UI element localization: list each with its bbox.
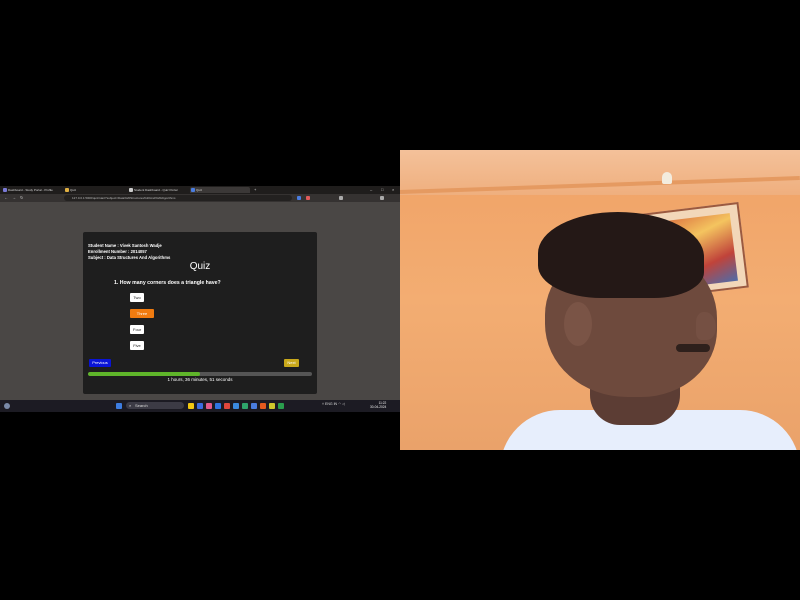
start-windows-icon[interactable]: [116, 403, 122, 409]
search-icon: ⌕: [129, 403, 132, 408]
address-bar[interactable]: 127.0.0.1:5000/quiz/start?subject=Data%2…: [64, 195, 292, 201]
tab-favicon-icon: [3, 188, 7, 192]
chevron-up-icon[interactable]: ˄: [322, 402, 324, 406]
tab-label: Student Dashboard - Quiz Portal: [134, 188, 178, 192]
taskbar-app-icon[interactable]: [269, 403, 275, 409]
tab-1[interactable]: Dashboard - Study Portal - Profile: [2, 187, 62, 193]
wifi-icon[interactable]: ◠: [338, 402, 341, 406]
new-tab-button[interactable]: +: [254, 187, 256, 193]
maximize-button[interactable]: □: [381, 187, 383, 193]
student-name: Student Name : Vivek Santosh Wadje: [88, 243, 162, 248]
tab-favicon-icon: [65, 188, 69, 192]
taskbar-app-icon[interactable]: [197, 403, 203, 409]
tab-3[interactable]: Student Dashboard - Quiz Portal: [128, 187, 188, 193]
extension-icon[interactable]: [339, 196, 343, 200]
webcam-feed: [400, 150, 800, 450]
volume-icon[interactable]: ◁: [342, 402, 345, 406]
tab-2[interactable]: Quiz: [64, 187, 126, 193]
person-ear: [564, 302, 592, 346]
previous-button[interactable]: Previous: [89, 359, 111, 367]
tab-4-active[interactable]: Quiz: [190, 187, 250, 193]
taskbar-app-icon[interactable]: [215, 403, 221, 409]
clock-date: 30-04-2024: [370, 405, 387, 409]
progress-fill: [88, 372, 200, 376]
browser-tab-bar: Dashboard - Study Portal - Profile Quiz …: [0, 186, 400, 194]
subject: Subject : Data Structures And Algorithms: [88, 255, 171, 260]
question-text: 1. How many corners does a triangle have…: [114, 280, 221, 286]
taskbar: ⌕ Search ˄ ENG IN ◠ ◁ 11:22 30-04-2024: [0, 400, 400, 412]
search-placeholder: Search: [135, 403, 148, 408]
browser-toolbar: ← → ↻ 127.0.0.1:5000/quiz/start?subject=…: [0, 194, 400, 202]
quiz-title: Quiz: [189, 261, 211, 272]
system-tray: ˄ ENG IN ◠ ◁: [322, 402, 345, 406]
url-text: 127.0.0.1:5000/quiz/start?subject=Data%2…: [72, 196, 176, 200]
weather-icon[interactable]: [4, 403, 10, 409]
taskbar-search[interactable]: ⌕ Search: [126, 402, 184, 409]
minimize-button[interactable]: –: [370, 187, 372, 193]
tab-label: Quiz: [196, 188, 203, 192]
taskbar-app-icon[interactable]: [260, 403, 266, 409]
profile-avatar-icon[interactable]: [380, 196, 384, 200]
tab-favicon-icon: [129, 188, 133, 192]
quiz-card: Student Name : Vivek Santosh Wadje Enrol…: [83, 232, 317, 394]
taskbar-app-icon[interactable]: [278, 403, 284, 409]
taskbar-app-icon[interactable]: [224, 403, 230, 409]
option-button-selected[interactable]: Three: [130, 309, 154, 318]
timer-text: 1 hours, 36 minutes, 51 seconds: [167, 377, 233, 382]
extension-icon[interactable]: [297, 196, 301, 200]
option-button[interactable]: Two: [130, 293, 144, 302]
person-hair: [538, 212, 704, 298]
person-nose: [696, 312, 716, 340]
reload-icon[interactable]: ↻: [20, 195, 23, 201]
tab-label: Quiz: [70, 188, 77, 192]
tab-label: Dashboard - Study Portal - Profile: [8, 188, 53, 192]
close-window-button[interactable]: ×: [392, 187, 394, 193]
taskbar-app-icon[interactable]: [188, 403, 194, 409]
web-page: Student Name : Vivek Santosh Wadje Enrol…: [0, 202, 400, 400]
enrollment-number: Enrollment Number : 2014057: [88, 249, 147, 254]
language-indicator[interactable]: ENG IN: [325, 402, 337, 406]
extension-icon[interactable]: [306, 196, 310, 200]
taskbar-app-icon[interactable]: [233, 403, 239, 409]
taskbar-app-icon[interactable]: [206, 403, 212, 409]
person-mustache: [676, 344, 710, 352]
tab-favicon-icon: [191, 188, 195, 192]
taskbar-app-icon[interactable]: [242, 403, 248, 409]
screen-share: Dashboard - Study Portal - Profile Quiz …: [0, 186, 400, 412]
option-button[interactable]: Four: [130, 325, 145, 334]
back-arrow-icon[interactable]: ←: [4, 195, 8, 201]
progress-bar: [88, 372, 312, 376]
taskbar-app-icon[interactable]: [251, 403, 257, 409]
forward-arrow-icon[interactable]: →: [12, 195, 16, 201]
wall-lamp: [662, 172, 672, 184]
next-button[interactable]: Next: [284, 359, 299, 367]
clock[interactable]: 11:22 30-04-2024: [370, 401, 386, 409]
option-button[interactable]: Five: [130, 341, 144, 350]
